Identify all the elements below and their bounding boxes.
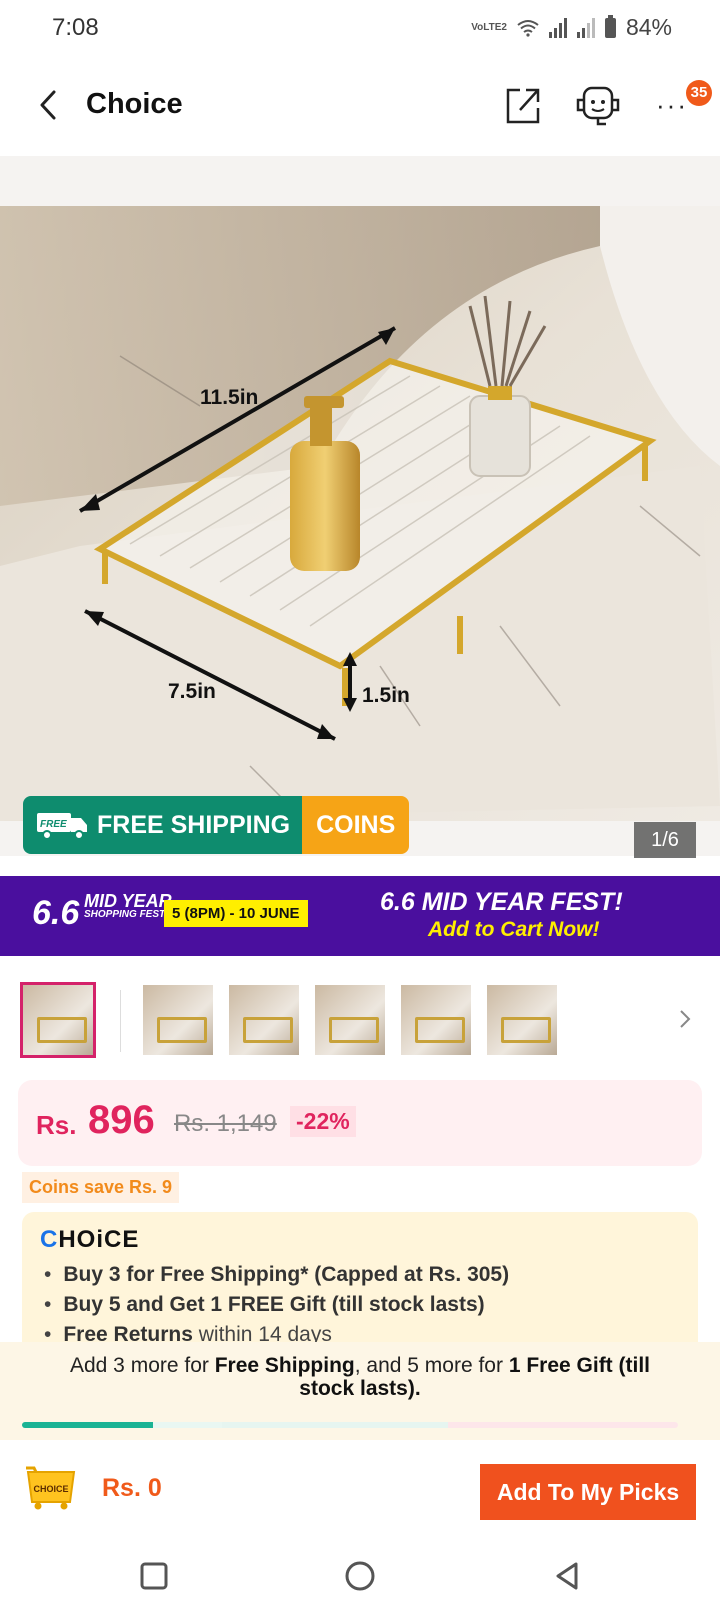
dimension-height: 1.5in xyxy=(362,684,410,707)
recent-apps-icon[interactable] xyxy=(134,1556,174,1596)
thumbnail-strip xyxy=(0,980,720,1060)
add-to-picks-button[interactable]: Add To My Picks xyxy=(480,1464,696,1520)
coins-save-badge: Coins save Rs. 9 xyxy=(22,1172,180,1203)
battery-icon xyxy=(604,14,616,38)
progress-text-part: , and 5 more for xyxy=(354,1354,509,1377)
choice-benefit-bold: Buy 3 for Free Shipping* (Capped at Rs. … xyxy=(63,1263,510,1286)
promo-cta: Add to Cart Now! xyxy=(428,918,600,941)
choice-logo-c: C xyxy=(40,1226,59,1253)
dimension-width: 7.5in xyxy=(168,680,216,703)
bottom-action-bar: CHOICE Rs. 0 Add To My Picks xyxy=(0,1444,720,1532)
progress-segment-gift xyxy=(448,1422,678,1428)
product-image[interactable]: 11.5in 7.5in 1.5in xyxy=(0,206,720,821)
choice-logo: CHOiCE xyxy=(40,1226,139,1254)
choice-logo-rest: HOiCE xyxy=(58,1226,140,1253)
system-nav-bar xyxy=(0,1540,720,1612)
image-counter: 1/6 xyxy=(634,822,696,858)
promo-date: 5 (8PM) - 10 JUNE xyxy=(164,900,308,927)
choice-benefit: Buy 3 for Free Shipping* (Capped at Rs. … xyxy=(44,1260,509,1290)
free-shipping-label: FREE SHIPPING xyxy=(97,810,291,839)
progress-fill xyxy=(22,1422,154,1428)
cart-total: Rs. 0 xyxy=(102,1474,162,1502)
home-icon[interactable] xyxy=(340,1556,380,1596)
price-currency: Rs. xyxy=(36,1110,77,1140)
share-icon[interactable] xyxy=(504,84,542,126)
choice-benefit-list: Buy 3 for Free Shipping* (Capped at Rs. … xyxy=(44,1260,509,1350)
dimension-length: 11.5in xyxy=(200,386,258,409)
promo-banner[interactable]: 6.6 MID YEAR SHOPPING FEST! 5 (8PM) - 10… xyxy=(0,876,720,956)
bundle-progress: Add 3 more for Free Shipping, and 5 more… xyxy=(0,1342,720,1440)
thumbnail-2[interactable] xyxy=(143,985,213,1055)
top-nav: Choice ··· 35 xyxy=(0,62,720,152)
coins-label: COINS xyxy=(302,796,410,854)
discount-badge: -22% xyxy=(290,1106,356,1137)
notification-badge: 35 xyxy=(686,80,712,106)
page-title: Choice xyxy=(86,88,183,120)
progress-bar xyxy=(22,1422,678,1428)
customer-service-icon[interactable] xyxy=(572,82,624,128)
more-dots-icon[interactable]: ··· xyxy=(656,90,688,121)
status-time: 7:08 xyxy=(52,14,99,41)
back-triangle-icon[interactable] xyxy=(548,1556,588,1596)
cart-label: CHOICE xyxy=(33,1484,68,1494)
status-icons: VoLTE2 84% xyxy=(471,14,672,41)
thumbnail-3[interactable] xyxy=(229,985,299,1055)
choice-benefit-bold: Buy 5 and Get 1 FREE Gift (till stock la… xyxy=(63,1293,485,1316)
signal-icon xyxy=(548,17,567,38)
progress-text-part: Add 3 more for xyxy=(69,1354,215,1377)
signal-icon-2 xyxy=(576,17,595,38)
battery-percent: 84% xyxy=(625,14,672,40)
thumbnail-divider xyxy=(120,990,121,1052)
thumbnail-1[interactable] xyxy=(20,982,96,1058)
thumbnail-5[interactable] xyxy=(401,985,471,1055)
status-bar: 7:08 VoLTE2 84% xyxy=(0,0,720,60)
progress-segment-shipping xyxy=(22,1422,222,1428)
product-gallery[interactable]: 11.5in 7.5in 1.5in FREE FREE SHIPPING CO… xyxy=(0,156,720,858)
truck-icon: FREE xyxy=(37,813,87,840)
price-original: Rs. 1,149 xyxy=(174,1110,277,1137)
promo-sub: SHOPPING FEST! xyxy=(84,909,169,920)
progress-segment-mid xyxy=(222,1422,448,1428)
truck-free-text: FREE xyxy=(40,819,67,830)
promo-number: 6.6 xyxy=(32,894,80,932)
free-shipping-badge: FREE FREE SHIPPING COINS xyxy=(23,796,410,854)
progress-text-bold: Free Shipping xyxy=(214,1354,355,1377)
promo-mid-year: MID YEAR xyxy=(84,891,172,911)
bundle-progress-text: Add 3 more for Free Shipping, and 5 more… xyxy=(40,1354,680,1400)
choice-cart-icon[interactable]: CHOICE xyxy=(24,1462,78,1510)
thumbnail-4[interactable] xyxy=(315,985,385,1055)
wifi-icon xyxy=(517,19,539,37)
chevron-left-icon[interactable] xyxy=(34,88,64,122)
chevron-right-icon[interactable] xyxy=(678,1008,692,1030)
price-card: Rs. 896 Rs. 1,149 -22% xyxy=(18,1080,702,1166)
volte-icon: VoLTE2 xyxy=(471,21,507,33)
choice-benefit: Buy 5 and Get 1 FREE Gift (till stock la… xyxy=(44,1290,509,1320)
promo-title: 6.6 MID YEAR FEST! xyxy=(380,888,623,916)
free-shipping-section: FREE FREE SHIPPING xyxy=(23,796,303,854)
choice-benefits-card[interactable]: CHOiCE Buy 3 for Free Shipping* (Capped … xyxy=(22,1212,698,1352)
price-current: 896 xyxy=(88,1098,155,1142)
thumbnail-6[interactable] xyxy=(487,985,557,1055)
promo-logo: MID YEAR SHOPPING FEST! xyxy=(84,891,172,922)
